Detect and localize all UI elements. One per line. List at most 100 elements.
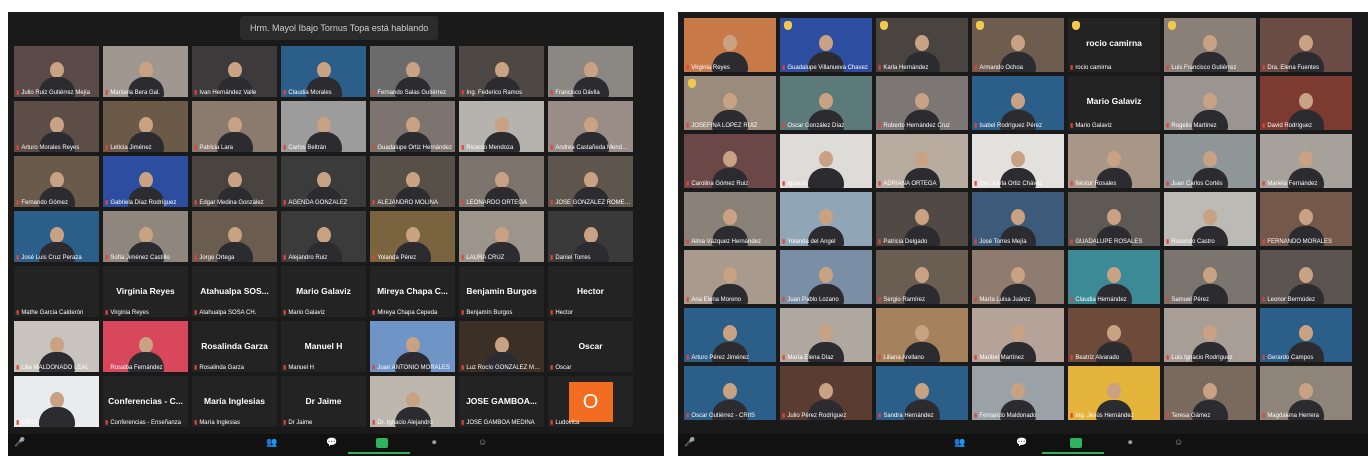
participant-tile[interactable]: ▮ Oscar González Díaz [780, 76, 872, 130]
participant-tile[interactable]: ▮ Marisela Bera Gal. [103, 46, 188, 97]
participant-tile[interactable]: rocio camirna ▮ rocio camirna [1068, 18, 1160, 72]
participant-tile[interactable]: Oscar ▮ Oscar [548, 321, 633, 372]
participant-tile[interactable]: ▮ Dra. Karla Ortiz Chávez [972, 134, 1064, 188]
participant-tile[interactable]: ▮ José Luis Cruz Peraza [14, 211, 99, 262]
participant-tile[interactable]: ▮ Juan ANTONIO MORALES [370, 321, 455, 372]
participant-tile[interactable]: ▮ Rosendo Castro [1164, 192, 1256, 246]
participant-tile[interactable]: ▮ Dra. Elena Fuentes [1260, 18, 1352, 72]
participant-tile[interactable]: ▮ Yolanda Pérez [370, 211, 455, 262]
participant-tile[interactable]: ▮ Carlos Beltrán [281, 101, 366, 152]
participant-tile[interactable]: ▮ Francisco Dávila [548, 46, 633, 97]
participant-tile[interactable]: ▮ Jorge Ortega [192, 211, 277, 262]
participant-tile[interactable]: ▮ Rogelio Martínez [1164, 76, 1256, 130]
participant-tile[interactable]: ▮ JOSEFINA LÓPEZ RUIZ [684, 76, 776, 130]
participant-tile[interactable]: ▮ Fernando Gómez [14, 156, 99, 207]
mic-icon[interactable]: 🎤 [684, 437, 695, 448]
participant-tile[interactable]: ▮ JOSE GONZÁLEZ ROMERO [548, 156, 633, 207]
participant-tile[interactable]: ▮ LAURA CRUZ [459, 211, 544, 262]
participant-tile[interactable]: ▮ Edgar Medina González [192, 156, 277, 207]
participant-tile[interactable]: Atahualpa SOS... ▮ Atahualpa SOSA CH. [192, 266, 277, 317]
participant-tile[interactable]: ▮ Ignacio [780, 134, 872, 188]
participant-tile[interactable]: ▮ LEONARDO ORTEGA [459, 156, 544, 207]
participant-tile[interactable]: ▮ Maribel Martínez [972, 308, 1064, 362]
participant-tile[interactable]: ▮ Julio Pérez Rodríguez [780, 366, 872, 420]
participant-tile[interactable]: ▮ Virginia Reyes [684, 18, 776, 72]
participant-tile[interactable]: ▮ Luis Francisco Gutiérrez [1164, 18, 1256, 72]
participant-tile[interactable]: ▮ Fernando Maldonado [972, 366, 1064, 420]
participant-tile[interactable]: María Inglesias ▮ María Inglesias [192, 376, 277, 427]
participant-tile[interactable]: ▮ Carolina Gómez Ruiz [684, 134, 776, 188]
participant-tile[interactable]: ▮ Claudia Morales [281, 46, 366, 97]
participant-tile[interactable]: ▮ Beatriz Alvarado [1068, 308, 1160, 362]
participant-tile[interactable]: Mireya Chapa C... ▮ Mireya Chapa Cepeda [370, 266, 455, 317]
share-screen-icon[interactable] [1070, 438, 1082, 448]
participant-tile[interactable]: ▮ Dr. Ignacio Alejandro [370, 376, 455, 427]
participant-tile[interactable]: Rosalinda Garza ▮ Rosalinda Garza [192, 321, 277, 372]
participant-tile[interactable]: ▮ Ricardo Mendoza [459, 101, 544, 152]
participant-tile[interactable]: ▮ María Luisa Juárez [972, 250, 1064, 304]
participant-tile[interactable]: ▮ Lilia MALDONADO LEAL [14, 321, 99, 372]
reactions-icon[interactable]: ☺ [1174, 437, 1183, 447]
participant-tile[interactable]: ▮ Luis Ignacio Rodríguez [1164, 308, 1256, 362]
participant-tile[interactable]: Manuel H ▮ Manuel H [281, 321, 366, 372]
participant-tile[interactable]: ▮ Liliana Arellano [876, 308, 968, 362]
participant-tile[interactable]: ▮ AGENDA GONZALEZ [281, 156, 366, 207]
participants-icon[interactable]: 👥 [266, 437, 277, 448]
participant-tile[interactable]: ▮ José Torres Mejía [972, 192, 1064, 246]
participant-tile[interactable]: ▮ Andrea Castañeda Mendoza [548, 101, 633, 152]
participant-tile[interactable]: ▮ Guadalupe Ortiz Hernández [370, 101, 455, 152]
share-screen-icon[interactable] [376, 438, 388, 448]
participant-tile[interactable]: ▮ Rosalba Fernández [103, 321, 188, 372]
participant-tile[interactable]: ▮ Roberto Hernández Cruz [876, 76, 968, 130]
participant-tile[interactable]: Dr Jaime ▮ Dr Jaime [281, 376, 366, 427]
participant-tile[interactable]: ▮ Gabriela Díaz Rodríguez [103, 156, 188, 207]
participant-tile[interactable]: ▮ Magdalena Herrera [1260, 366, 1352, 420]
record-icon[interactable]: ⏺ [432, 437, 437, 448]
participant-tile[interactable]: ▮ Leonor Bermúdez [1260, 250, 1352, 304]
participant-tile[interactable]: ▮ Daniel Torres [548, 211, 633, 262]
participant-tile[interactable]: ▮ Mathe Garcia Calderón [14, 266, 99, 317]
participant-tile[interactable]: ▮ GUADALUPE ROSALES [1068, 192, 1160, 246]
participant-tile[interactable]: ▮ Ing. Federico Ramos [459, 46, 544, 97]
mic-icon[interactable]: 🎤 [14, 437, 25, 448]
participant-tile[interactable]: ▮ Arturo Pérez Jiménez [684, 308, 776, 362]
participant-tile[interactable]: ▮ Luz Rocío GONZÁLEZ MEJÍA [459, 321, 544, 372]
participant-tile[interactable]: ▮ Leticia Jiménez [103, 101, 188, 152]
participant-tile[interactable]: ▮ Claudia Hernández [1068, 250, 1160, 304]
participant-tile[interactable]: ▮ Teresa Gámez [1164, 366, 1256, 420]
participant-tile[interactable]: JOSE GAMBOA... ▮ JOSÉ GAMBOA MEDINA [459, 376, 544, 427]
participant-tile[interactable]: ▮ Karla Hernández [876, 18, 968, 72]
participant-tile[interactable]: ▮ Yolanda del Ángel [780, 192, 872, 246]
participant-tile[interactable]: ▮ María Elena Díaz [780, 308, 872, 362]
participant-tile[interactable]: ▮ ALEJANDRO MOLINA [370, 156, 455, 207]
participant-tile[interactable]: Mario Galaviz ▮ Mario Galaviz [281, 266, 366, 317]
participant-tile[interactable]: Mario Galaviz ▮ Mario Galaviz [1068, 76, 1160, 130]
participant-tile[interactable]: ▮ Armando Ochoa [972, 18, 1064, 72]
chat-icon[interactable]: 💬 [326, 437, 337, 448]
reactions-icon[interactable]: ☺ [478, 437, 487, 447]
participant-tile[interactable]: Benjamin Burgos ▮ Benjamín Burgos [459, 266, 544, 317]
participant-tile[interactable]: ▮ Juan Carlos Cortés [1164, 134, 1256, 188]
participant-tile[interactable]: ▮ ADRIANA ORTEGA [876, 134, 968, 188]
participant-tile[interactable]: ▮ Sergio Ramírez [876, 250, 968, 304]
record-icon[interactable]: ⏺ [1128, 437, 1133, 448]
participant-tile[interactable]: ▮ Óscar Gutiérrez - CRIIS [684, 366, 776, 420]
participant-tile[interactable]: ▮ Juan Pablo Lozano [780, 250, 872, 304]
participant-tile[interactable]: ▮ Fernando Salas Gutiérrez [370, 46, 455, 97]
participant-tile[interactable]: ▮ Sandra Hernández [876, 366, 968, 420]
participant-tile[interactable]: Virginia Reyes ▮ Virginia Reyes [103, 266, 188, 317]
participant-tile[interactable]: ▮ Gerardo Campos [1260, 308, 1352, 362]
participant-tile[interactable]: ▮ Patricia Delgado [876, 192, 968, 246]
participant-tile[interactable]: ▮ Ing. Jesús Hernández [1068, 366, 1160, 420]
participant-tile[interactable]: ▮ Ivan Hernández Valle [192, 46, 277, 97]
participant-tile[interactable]: O ▮ Ludovica [548, 376, 633, 427]
chat-icon[interactable]: 💬 [1016, 437, 1027, 448]
participant-tile[interactable]: ▮ Isabel Rodríguez Pérez [972, 76, 1064, 130]
participant-tile[interactable]: ▮ Guadalupe Villanueva Chavez [780, 18, 872, 72]
participant-tile[interactable]: ▮ Mariela Fernández [1260, 134, 1352, 188]
participant-tile[interactable]: ▮ Arturo Morales Reyes [14, 101, 99, 152]
participant-tile[interactable]: ▮ Patricia Lara [192, 101, 277, 152]
participant-tile[interactable]: ▮ Alejandro Ruiz [281, 211, 366, 262]
participant-tile[interactable]: Conferencias - C... ▮ Conferencias - Enseñ… [103, 376, 188, 427]
participant-tile[interactable]: ▮ David Rodríguez [1260, 76, 1352, 130]
